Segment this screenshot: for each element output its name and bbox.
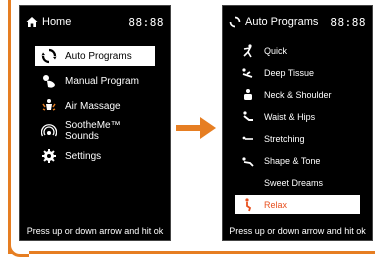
program-item-label: Stretching <box>264 133 305 144</box>
program-item-label: Neck & Shoulder <box>264 89 332 100</box>
program-item-label: Sweet Dreams <box>264 177 324 188</box>
program-item-neck-shoulder[interactable]: Neck & Shoulder <box>235 85 360 104</box>
menu-item-label: Manual Program <box>65 75 139 87</box>
programs-title: Auto Programs <box>245 16 319 28</box>
footer-instruction: Press up or down arrow and hit ok <box>229 226 366 236</box>
program-item-relax[interactable]: Relax <box>235 195 360 214</box>
program-item-label: Shape & Tone <box>264 155 321 166</box>
program-item-label: Waist & Hips <box>264 111 316 122</box>
home-screen: Home 88:88 Auto Programs Manual Program … <box>19 5 171 241</box>
moon-icon <box>245 177 250 188</box>
menu-item-air-massage[interactable]: Air Massage <box>35 96 155 116</box>
running-person-icon <box>243 43 252 57</box>
clock-display: 88:88 <box>128 15 164 29</box>
right-arrow-icon <box>176 117 216 139</box>
footer-instruction: Press up or down arrow and hit ok <box>26 226 164 236</box>
circular-arrows-icon <box>229 16 241 28</box>
program-item-shape-tone[interactable]: Shape & Tone <box>235 151 360 170</box>
menu-item-manual-program[interactable]: Manual Program <box>35 71 155 91</box>
sound-waves-icon <box>41 124 57 137</box>
menu-item-label: Air Massage <box>65 100 121 112</box>
program-item-label: Relax <box>264 199 288 210</box>
menu-item-label: Settings <box>65 150 102 162</box>
menu-item-settings[interactable]: Settings <box>35 146 155 166</box>
menu-item-auto-programs[interactable]: Auto Programs <box>35 46 155 66</box>
program-item-waist-hips[interactable]: Waist & Hips <box>235 107 360 126</box>
stretching-icon <box>242 136 253 140</box>
program-item-deep-tissue[interactable]: Deep Tissue <box>235 63 360 82</box>
reclining-person-icon <box>242 67 253 78</box>
person-air-icon <box>42 99 56 111</box>
waist-hips-icon <box>243 110 253 121</box>
gear-icon <box>42 149 56 163</box>
program-item-label: Quick <box>264 45 288 56</box>
circular-arrows-icon <box>41 48 57 64</box>
program-item-sweet-dreams[interactable]: Sweet Dreams <box>235 173 360 192</box>
program-item-quick[interactable]: Quick <box>235 41 360 60</box>
relax-person-icon <box>245 197 252 211</box>
programs-header: Auto Programs 88:88 <box>229 14 366 30</box>
neck-shoulder-icon <box>244 88 252 100</box>
frame-line <box>8 0 11 254</box>
menu-item-label: SootheMe™ Sounds <box>65 120 121 142</box>
home-header: Home 88:88 <box>26 14 164 30</box>
hand-pointer-icon <box>43 75 55 88</box>
clock-display: 88:88 <box>330 15 366 29</box>
home-title: Home <box>42 16 72 28</box>
program-item-label: Deep Tissue <box>264 67 315 78</box>
program-item-stretching[interactable]: Stretching <box>235 129 360 148</box>
shape-tone-icon <box>242 156 254 167</box>
menu-item-label: Auto Programs <box>65 50 132 62</box>
menu-item-sootheme-sounds[interactable]: SootheMe™ Sounds <box>35 120 155 142</box>
auto-programs-screen: Auto Programs 88:88 Quick Deep Tissue Ne… <box>222 5 373 241</box>
home-icon <box>26 17 38 27</box>
